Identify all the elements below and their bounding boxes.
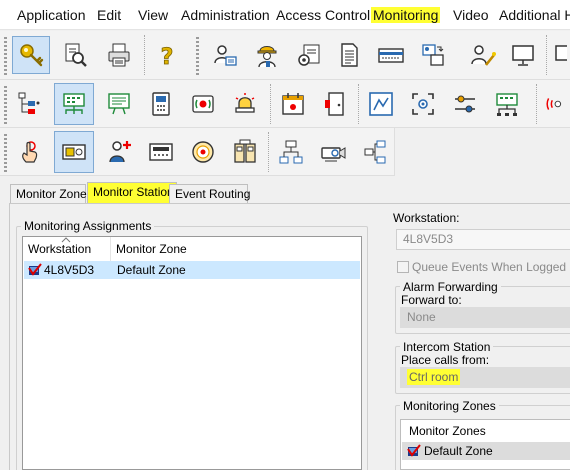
menu-edit[interactable]: Edit [97,7,121,23]
menu-view[interactable]: View [138,7,168,23]
help-question-icon[interactable]: ? [148,36,186,74]
toolbar-row-3 [0,128,395,176]
toolbar-separator [144,35,145,75]
workstation-field: 4L8V5D3 [396,229,570,250]
toolbar-separator [546,35,547,75]
card-reader-box-icon[interactable] [54,131,94,173]
door-exit-icon[interactable] [316,85,354,123]
menu-video[interactable]: Video [453,7,489,23]
projector-icon[interactable] [314,133,352,171]
toolbar-grip[interactable] [196,37,199,75]
place-calls-dropdown[interactable]: Ctrl room [400,367,570,388]
column-header-monitor-zone[interactable]: Monitor Zone [111,237,361,261]
worker-hardhat-icon[interactable] [248,36,286,74]
monitoring-assignments-title: Monitoring Assignments [21,219,155,233]
zones-column-header[interactable]: Monitor Zones [409,424,486,438]
toolbar-row-2 [0,80,570,128]
toolbar-row-1: ? [0,31,570,80]
place-calls-value: Ctrl room [407,369,461,385]
toggle-settings-icon[interactable] [446,85,484,123]
place-calls-label: Place calls from: [401,353,490,367]
workstation-label: Workstation: [393,211,460,225]
toolbar-grip[interactable] [4,86,7,124]
menu-access-control[interactable]: Access Control [276,7,370,23]
monitor-stations-grid-icon[interactable] [54,83,94,125]
column-header-workstation[interactable]: Workstation [23,237,111,261]
assignments-list[interactable]: Workstation Monitor Zone 4L8V5D3 Default… [22,236,362,470]
tab-monitor-zones[interactable]: Monitor Zones [10,184,93,203]
toolbar-separator [536,84,537,124]
queue-events-checkbox[interactable] [397,261,409,273]
partial-icon[interactable] [552,36,570,74]
search-document-icon[interactable] [56,36,94,74]
schematic-map-icon[interactable] [362,85,400,123]
document-list-icon[interactable] [330,36,368,74]
key-icon[interactable] [12,36,50,74]
menu-monitoring[interactable]: Monitoring [371,7,441,23]
id-badge-swap-icon[interactable] [414,36,452,74]
alarm-disc-icon[interactable] [184,133,222,171]
keypad-panel-icon[interactable] [142,133,180,171]
printer-icon[interactable] [100,36,138,74]
alarm-signal-icon[interactable] [184,85,222,123]
toolbar-separator [358,84,359,124]
touch-hand-icon[interactable] [10,133,48,171]
network-hub-icon[interactable] [488,85,526,123]
network-nodes-icon[interactable] [356,133,394,171]
device-tree-icon[interactable] [10,85,48,123]
monitor-icon[interactable] [504,36,542,74]
tab-event-routing[interactable]: Event Routing [169,184,250,203]
forward-to-dropdown[interactable]: None [400,307,570,328]
lockers-icon[interactable] [226,133,264,171]
svg-text:?: ? [161,45,174,69]
zone-name: Default Zone [424,444,493,458]
toolbar-separator [268,132,269,172]
user-add-icon[interactable] [100,133,138,171]
sort-ascending-icon [61,237,71,243]
menu-bar: Application Edit View Administration Acc… [0,0,570,30]
user-wand-icon[interactable] [464,36,502,74]
zone-check-icon [407,444,421,457]
row-monitor-zone: Default Zone [117,263,186,277]
alarm-board-icon[interactable] [100,85,138,123]
siren-icon[interactable] [226,85,264,123]
menu-administration[interactable]: Administration [181,7,270,23]
table-row[interactable]: 4L8V5D3 Default Zone [24,261,360,279]
monitoring-zones-title: Monitoring Zones [400,399,499,413]
row-workstation: 4L8V5D3 [44,263,95,277]
toolbar-separator [270,84,271,124]
queue-events-label: Queue Events When Logged Out [412,260,570,274]
user-card-icon[interactable] [206,36,244,74]
column-header-workstation-label: Workstation [28,242,92,256]
workstation-check-icon [28,263,42,276]
menu-additional-hardware[interactable]: Additional Ha [499,7,570,23]
intercom-station-title: Intercom Station [400,340,494,354]
settings-list-icon[interactable] [290,36,328,74]
menu-application[interactable]: Application [17,7,86,23]
partial-signal-icon[interactable] [542,85,570,123]
monitoring-zones-list[interactable]: Monitor Zones Default Zone [400,419,570,470]
toolbar-grip[interactable] [4,134,7,172]
intercom-phone-icon[interactable] [142,85,180,123]
forward-to-label: Forward to: [401,293,462,307]
list-item[interactable]: Default Zone [402,442,570,460]
tab-monitor-stations[interactable]: Monitor Stations [87,182,180,203]
card-reader-icon[interactable] [372,36,410,74]
hierarchy-icon[interactable] [272,133,310,171]
scan-frame-icon[interactable] [404,85,442,123]
calendar-event-icon[interactable] [274,85,312,123]
toolbar-grip[interactable] [4,37,7,75]
alarm-forwarding-title: Alarm Forwarding [400,280,501,294]
